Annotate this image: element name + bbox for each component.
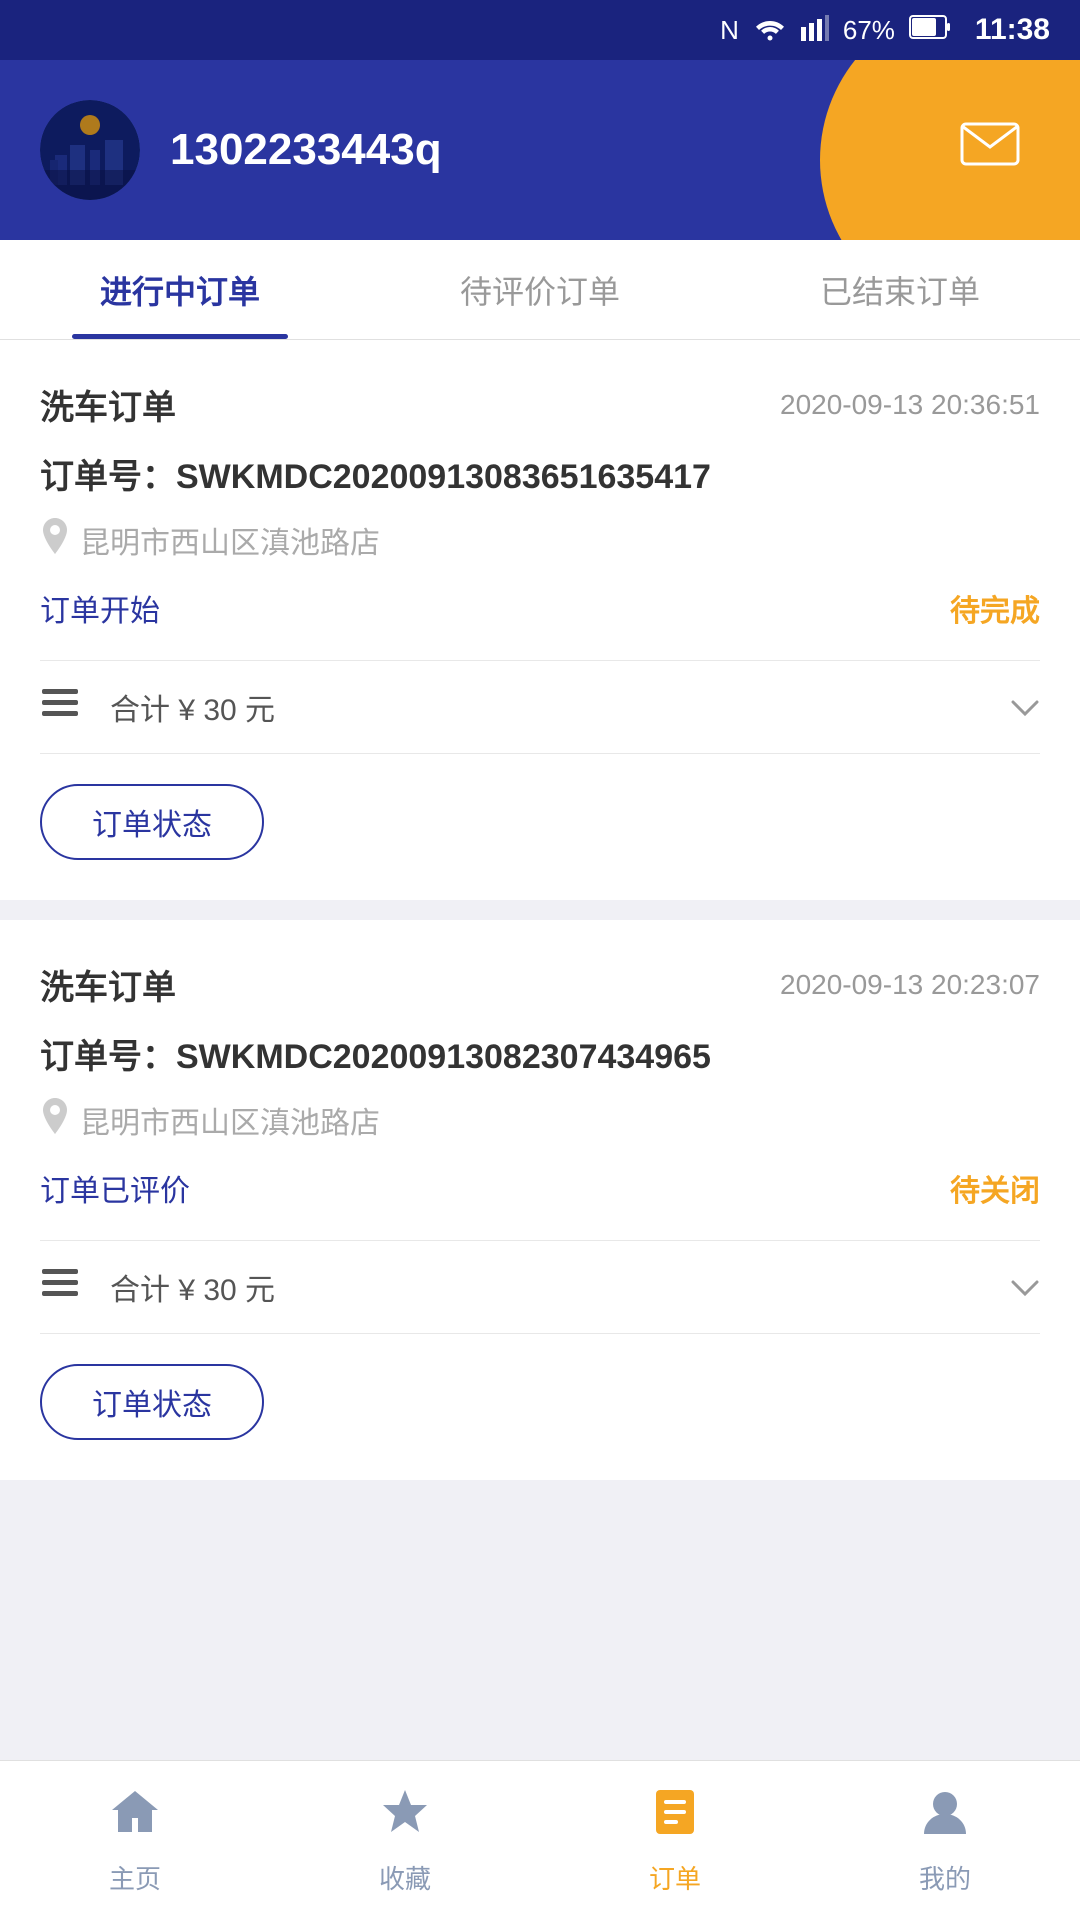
- time-display: 11:38: [975, 13, 1050, 47]
- bottom-nav: 主页 收藏 订单 我的: [0, 1760, 1080, 1920]
- order-1-amount-row[interactable]: 合计 ¥ 30 元: [40, 685, 1040, 729]
- battery-text: 67%: [843, 15, 895, 46]
- header: 1302233443q: [0, 60, 1080, 240]
- order-card-2: 洗车订单 2020-09-13 20:23:07 订单号：SWKMDC20200…: [0, 920, 1080, 1480]
- chevron-down-icon-1: [1010, 689, 1040, 726]
- nav-favorites[interactable]: 收藏: [270, 1761, 540, 1920]
- mail-icon[interactable]: [960, 119, 1020, 182]
- order-1-status-btn[interactable]: 订单状态: [40, 784, 264, 860]
- nav-orders-label: 订单: [649, 1859, 701, 1896]
- tab-active-orders[interactable]: 进行中订单: [0, 240, 360, 339]
- menu-icon-1: [40, 685, 80, 729]
- status-icons: N 67% 11:38: [720, 13, 1050, 48]
- avatar: [40, 100, 140, 200]
- nav-profile-label: 我的: [919, 1859, 971, 1896]
- signal-icon: [801, 13, 829, 48]
- nav-profile[interactable]: 我的: [810, 1761, 1080, 1920]
- order-1-status-row: 订单开始 待完成: [40, 586, 1040, 630]
- order-2-amount-row[interactable]: 合计 ¥ 30 元: [40, 1265, 1040, 1309]
- order-2-status-btn[interactable]: 订单状态: [40, 1364, 264, 1440]
- order-2-time: 2020-09-13 20:23:07: [780, 969, 1040, 1001]
- order-card-1: 洗车订单 2020-09-13 20:36:51 订单号：SWKMDC20200…: [0, 340, 1080, 900]
- order-2-divider-1: [40, 1240, 1040, 1241]
- order-1-header: 洗车订单 2020-09-13 20:36:51: [40, 380, 1040, 429]
- profile-icon: [918, 1786, 972, 1851]
- order-2-id: 订单号：SWKMDC20200913082307434965: [40, 1029, 1040, 1078]
- order-1-id: 订单号：SWKMDC20200913083651635417: [40, 449, 1040, 498]
- order-1-amount: 合计 ¥ 30 元: [110, 685, 1010, 729]
- order-1-time: 2020-09-13 20:36:51: [780, 389, 1040, 421]
- tab-pending-review[interactable]: 待评价订单: [360, 240, 720, 339]
- nav-favorites-label: 收藏: [379, 1859, 431, 1896]
- order-2-amount: 合计 ¥ 30 元: [110, 1265, 1010, 1309]
- chevron-down-icon-2: [1010, 1269, 1040, 1306]
- location-icon-1: [40, 518, 70, 562]
- order-2-location: 昆明市西山区滇池路店: [40, 1098, 1040, 1142]
- orders-container: 洗车订单 2020-09-13 20:36:51 订单号：SWKMDC20200…: [0, 340, 1080, 1480]
- location-icon-2: [40, 1098, 70, 1142]
- nfc-icon: N: [720, 15, 739, 46]
- order-1-location-text: 昆明市西山区滇池路店: [80, 518, 380, 562]
- battery-icon: [909, 15, 951, 46]
- nav-home-label: 主页: [109, 1859, 161, 1896]
- order-2-status-row: 订单已评价 待关闭: [40, 1166, 1040, 1210]
- order-2-type: 洗车订单: [40, 960, 176, 1009]
- order-2-divider-2: [40, 1333, 1040, 1334]
- header-decoration: [820, 60, 1080, 240]
- star-icon: [378, 1786, 432, 1851]
- order-2-location-text: 昆明市西山区滇池路店: [80, 1098, 380, 1142]
- status-bar: N 67% 11:38: [0, 0, 1080, 60]
- order-2-status-left: 订单已评价: [40, 1166, 190, 1210]
- order-1-location: 昆明市西山区滇池路店: [40, 518, 1040, 562]
- wifi-icon: [753, 13, 787, 48]
- tabs-bar: 进行中订单 待评价订单 已结束订单: [0, 240, 1080, 340]
- order-1-status-left: 订单开始: [40, 586, 160, 630]
- order-1-status-right: 待完成: [950, 586, 1040, 630]
- avatar-image: [40, 100, 140, 200]
- nav-home[interactable]: 主页: [0, 1761, 270, 1920]
- order-2-status-right: 待关闭: [950, 1166, 1040, 1210]
- tab-ended-orders[interactable]: 已结束订单: [720, 240, 1080, 339]
- bottom-spacer: [0, 1500, 1080, 1680]
- order-1-type: 洗车订单: [40, 380, 176, 429]
- order-2-header: 洗车订单 2020-09-13 20:23:07: [40, 960, 1040, 1009]
- menu-icon-2: [40, 1265, 80, 1309]
- home-icon: [108, 1786, 162, 1851]
- nav-orders[interactable]: 订单: [540, 1761, 810, 1920]
- order-1-divider-1: [40, 660, 1040, 661]
- orders-icon: [648, 1786, 702, 1851]
- order-1-divider-2: [40, 753, 1040, 754]
